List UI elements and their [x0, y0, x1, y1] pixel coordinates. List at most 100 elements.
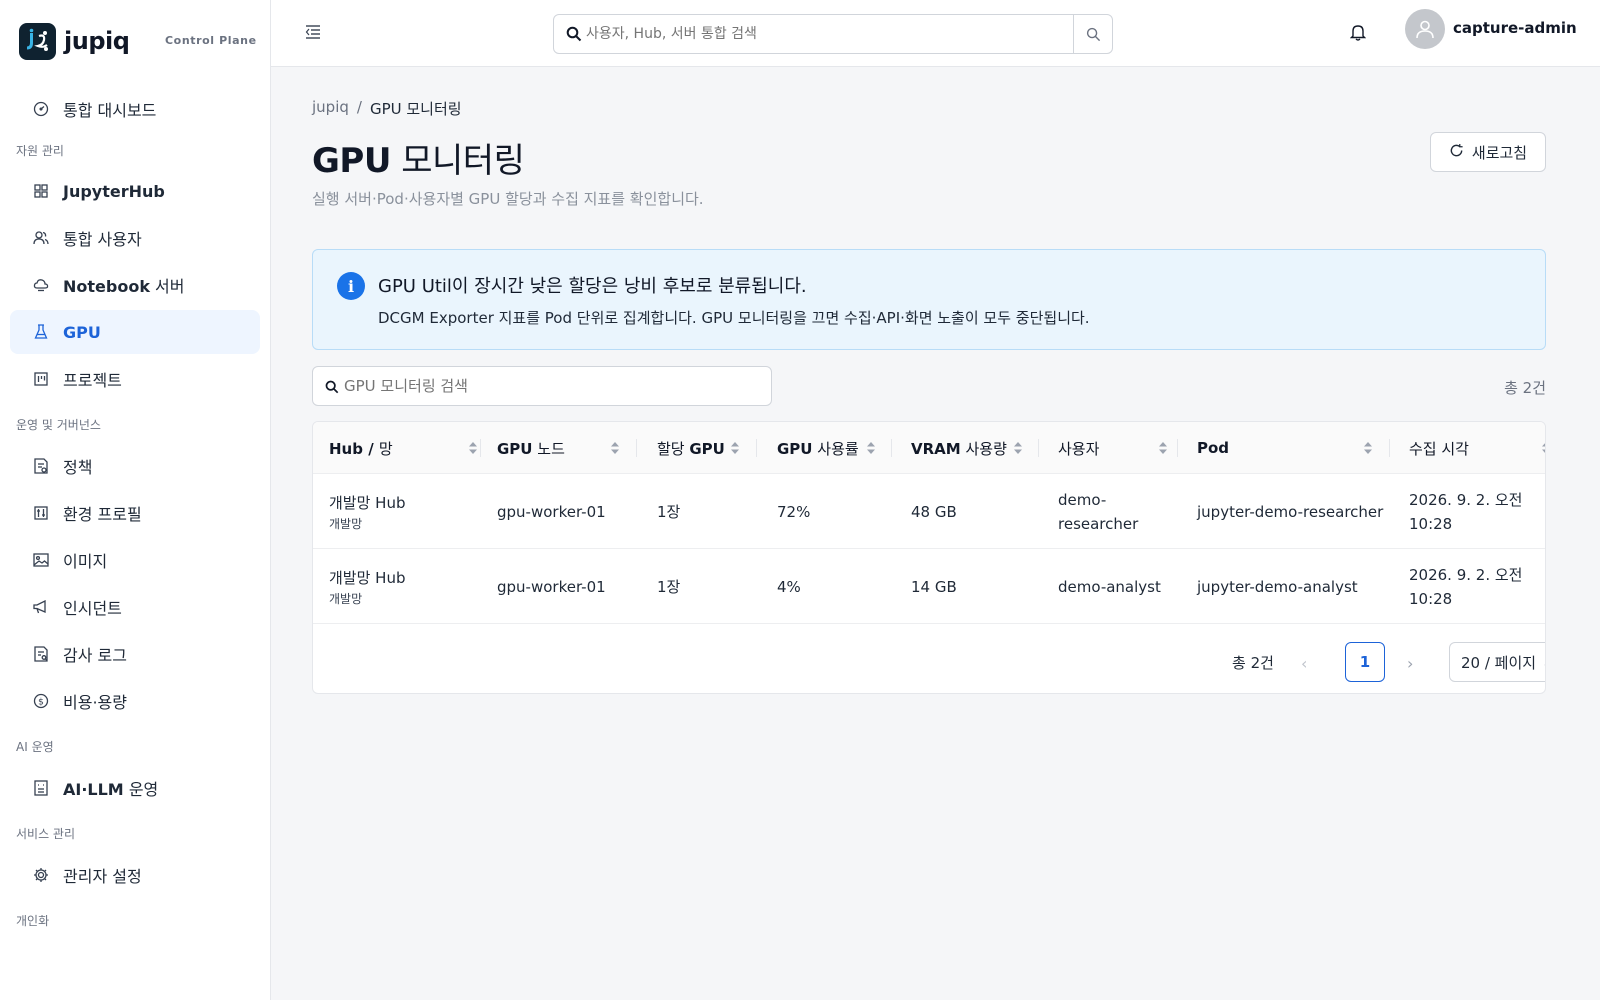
- table-row[interactable]: 개발망 Hub 개발망 gpu-worker-01 1장 72% 48 GB de…: [313, 474, 1545, 549]
- jupiq-logo-icon: [19, 22, 56, 60]
- cell-user: demo-researcher: [1058, 490, 1139, 533]
- cell-allocated-gpu: 1장: [657, 577, 681, 596]
- sidebar-item-gpu[interactable]: GPU: [10, 310, 260, 354]
- sidebar-item-label: 관리자 설정: [63, 867, 142, 886]
- page-title: GPU 모니터링: [312, 141, 525, 181]
- users-icon: [33, 230, 49, 246]
- sidebar-item-ai-llm[interactable]: AI·LLM 운영: [10, 766, 260, 810]
- gpu-table: Hub / 망 GPU 노드 할당 GPU GPU 사용률 VRAM 사용량 사…: [312, 421, 1546, 694]
- flask-icon: [33, 324, 49, 340]
- nav-section-governance: 운영 및 거버넌스: [16, 418, 101, 432]
- column-header-collected-at[interactable]: 수집 시각: [1409, 422, 1545, 474]
- sidebar-item-label: 이미지: [63, 552, 108, 571]
- sort-icon[interactable]: [866, 441, 876, 455]
- sidebar-item-label: 통합 대시보드: [63, 101, 157, 120]
- sidebar-item-label: 통합 사용자: [63, 230, 142, 249]
- avatar[interactable]: [1405, 9, 1445, 49]
- username[interactable]: capture-admin: [1453, 19, 1577, 37]
- sidebar-item-projects[interactable]: 프로젝트: [10, 357, 260, 401]
- column-header-gpu-util[interactable]: GPU 사용률: [777, 422, 892, 474]
- cell-collected-at: 2026. 9. 2. 오전 10:28: [1409, 565, 1523, 608]
- sort-icon[interactable]: [610, 441, 620, 455]
- sidebar-item-admin-settings[interactable]: 관리자 설정: [10, 853, 260, 897]
- dashboard-gauge-icon: [33, 101, 49, 117]
- pagination-total: 총 2건: [1232, 654, 1274, 672]
- sidebar-item-label: 비용·용량: [63, 693, 127, 712]
- sidebar-item-label: Notebook 서버: [63, 277, 185, 296]
- sort-icon[interactable]: [1013, 441, 1023, 455]
- chevron-down-icon: [1544, 657, 1545, 675]
- table-row[interactable]: 개발망 Hub 개발망 gpu-worker-01 1장 4% 14 GB dem…: [313, 549, 1545, 624]
- sidebar-item-cost-capacity[interactable]: $ 비용·용량: [10, 679, 260, 723]
- column-header-gpu-node[interactable]: GPU 노드: [497, 422, 637, 474]
- column-header-hub[interactable]: Hub / 망: [329, 422, 481, 474]
- alert-title: GPU Util이 장시간 낮은 할당은 낭비 후보로 분류됩니다.: [378, 276, 807, 297]
- gpu-search-input[interactable]: [313, 367, 771, 405]
- image-icon: [33, 552, 49, 568]
- column-header-pod[interactable]: Pod: [1197, 422, 1390, 474]
- brand[interactable]: jupiq Control Plane: [0, 0, 270, 82]
- megaphone-icon: [33, 599, 49, 615]
- cell-hub: 개발망 Hub 개발망: [329, 568, 406, 606]
- breadcrumb-root[interactable]: jupiq: [312, 98, 349, 119]
- sidebar-item-env-profiles[interactable]: 환경 프로필: [10, 491, 260, 535]
- sidebar-item-notebook-server[interactable]: Notebook 서버: [10, 263, 260, 307]
- sidebar: jupiq Control Plane 통합 대시보드 자원 관리 Jupyte…: [0, 0, 271, 1000]
- total-count: 총 2건: [1504, 379, 1546, 397]
- search-icon: [566, 26, 582, 46]
- cell-gpu-util: 4%: [777, 577, 801, 596]
- info-icon: i: [337, 272, 365, 300]
- sidebar-item-label: 환경 프로필: [63, 505, 142, 524]
- policy-doc-icon: [33, 458, 49, 474]
- sidebar-item-images[interactable]: 이미지: [10, 538, 260, 582]
- global-search-input[interactable]: [554, 15, 1073, 53]
- global-search-button[interactable]: [1073, 15, 1112, 53]
- sidebar-item-label: 정책: [63, 458, 93, 477]
- sidebar-item-jupyterhub[interactable]: JupyterHub: [10, 169, 260, 213]
- page-1-button[interactable]: 1: [1345, 642, 1385, 682]
- gpu-search: [312, 366, 772, 406]
- info-alert: i GPU Util이 장시간 낮은 할당은 낭비 후보로 분류됩니다. DCG…: [312, 249, 1546, 350]
- sort-icon[interactable]: [1158, 441, 1168, 455]
- alert-description: DCGM Exporter 지표를 Pod 단위로 집계합니다. GPU 모니터…: [378, 309, 1090, 327]
- sidebar-item-dashboard[interactable]: 통합 대시보드: [10, 87, 260, 131]
- top-header: capture-admin: [271, 0, 1600, 67]
- column-header-vram[interactable]: VRAM 사용량: [911, 422, 1039, 474]
- nav-section-service: 서비스 관리: [16, 827, 76, 841]
- main-content: jupiq / GPU 모니터링 GPU 모니터링 실행 서버·Pod·사용자별…: [312, 67, 1546, 694]
- column-header-user[interactable]: 사용자: [1058, 422, 1178, 474]
- chevron-left-icon[interactable]: ‹: [1301, 654, 1307, 673]
- column-header-allocated-gpu[interactable]: 할당 GPU: [657, 422, 757, 474]
- sliders-icon: [33, 505, 49, 521]
- refresh-label: 새로고침: [1471, 143, 1528, 162]
- cell-pod: jupyter-demo-analyst: [1197, 577, 1358, 596]
- cell-user: demo-analyst: [1058, 577, 1161, 596]
- sidebar-item-users[interactable]: 통합 사용자: [10, 216, 260, 260]
- chevron-right-icon[interactable]: ›: [1407, 654, 1413, 673]
- cell-vram: 14 GB: [911, 577, 957, 596]
- sidebar-item-label: 감사 로그: [63, 646, 127, 665]
- sidebar-item-audit-log[interactable]: 감사 로그: [10, 632, 260, 676]
- dollar-circle-icon: $: [33, 693, 49, 709]
- sort-icon[interactable]: [1363, 441, 1373, 455]
- sort-icon[interactable]: [730, 441, 740, 455]
- sidebar-item-incidents[interactable]: 인시던트: [10, 585, 260, 629]
- page-size-select[interactable]: 20 / 페이지: [1449, 642, 1545, 682]
- sidebar-item-label: AI·LLM 운영: [63, 780, 159, 799]
- page-size-value: 20 / 페이지: [1461, 653, 1537, 672]
- bell-icon[interactable]: [1349, 23, 1367, 45]
- cell-vram: 48 GB: [911, 502, 957, 521]
- breadcrumb-separator: /: [356, 98, 362, 116]
- sidebar-item-policy[interactable]: 정책: [10, 444, 260, 488]
- robot-icon: [33, 780, 49, 796]
- filter-row: 총 2건: [312, 366, 1546, 406]
- sidebar-item-label: 프로젝트: [63, 371, 122, 390]
- menu-collapse-icon[interactable]: [304, 24, 324, 42]
- sidebar-item-label: JupyterHub: [63, 181, 165, 201]
- nav-section-resources: 자원 관리: [16, 144, 64, 158]
- refresh-button[interactable]: 새로고침: [1430, 132, 1546, 172]
- sort-icon[interactable]: [1541, 441, 1545, 455]
- breadcrumb: jupiq / GPU 모니터링: [312, 98, 1546, 119]
- svg-text:$: $: [38, 698, 44, 708]
- sort-icon[interactable]: [468, 441, 478, 455]
